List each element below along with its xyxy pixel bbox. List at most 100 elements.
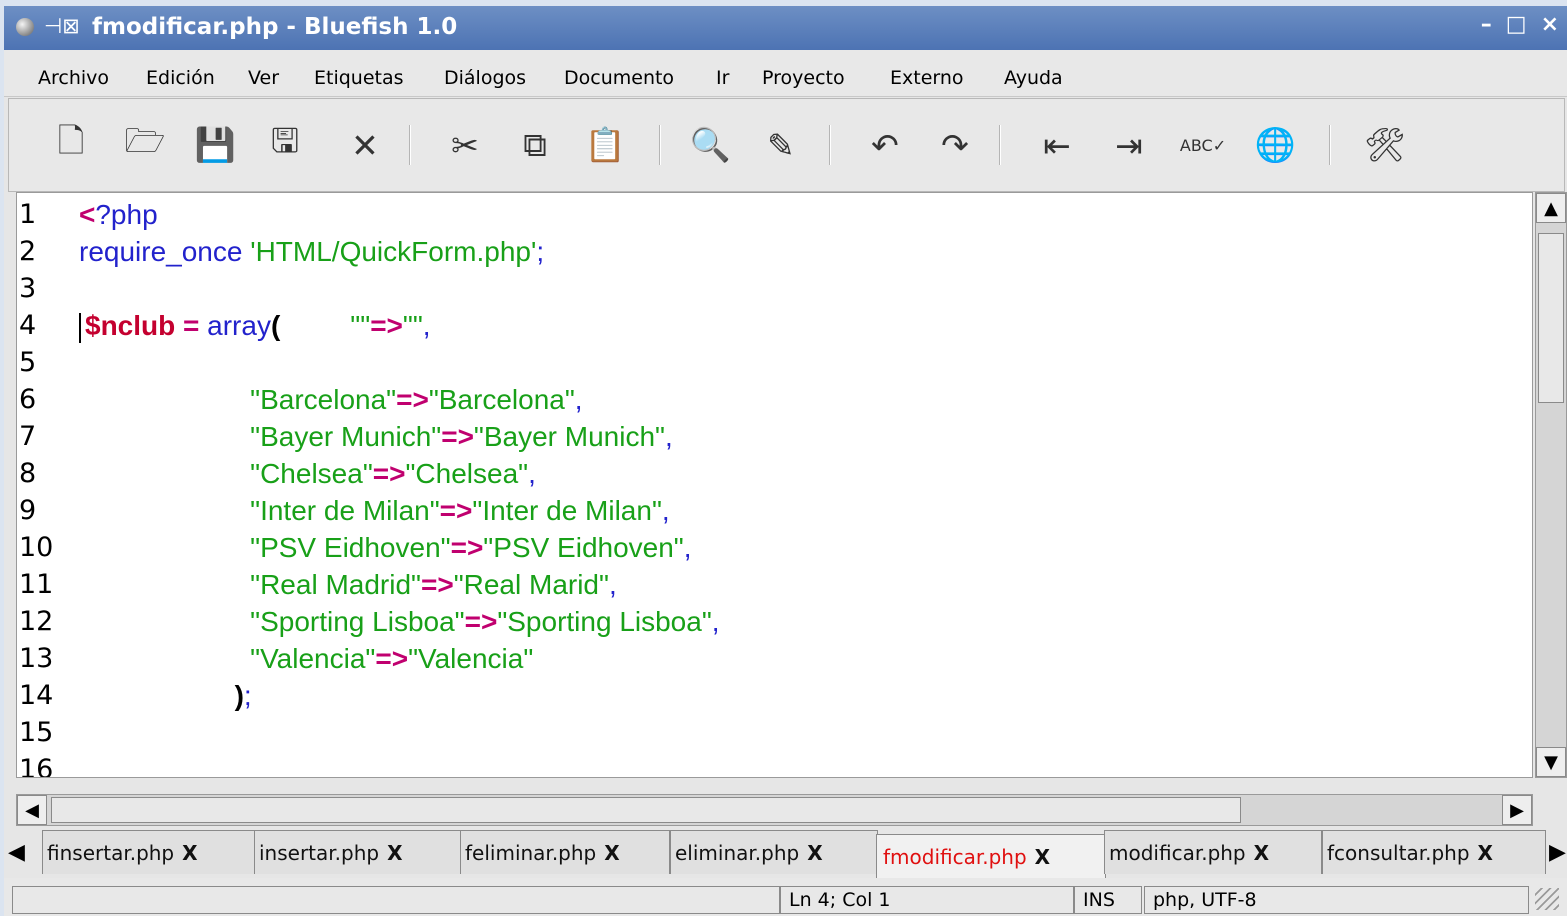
open-folder-icon[interactable]: 🗁 <box>119 119 171 171</box>
undo-icon[interactable]: ↶ <box>859 119 911 171</box>
code-token: $nclub <box>85 310 176 341</box>
menu-proyecto[interactable]: Proyecto <box>762 67 845 89</box>
code-editor[interactable]: 1 <?php 2 require_once 'HTML/QuickForm.php'… <box>16 192 1533 778</box>
maximize-icon[interactable]: □ <box>1506 12 1527 37</box>
line-number: 2 <box>19 236 37 267</box>
tab-fmodificar[interactable]: fmodificar.php X <box>876 834 1106 878</box>
code-line[interactable]: 10 "PSV Eidhoven"=>"PSV Eidhoven", <box>17 532 1532 569</box>
code-token: => <box>464 606 498 637</box>
code-line[interactable]: 7 "Bayer Munich"=>"Bayer Munich", <box>17 421 1532 458</box>
tab-feliminar[interactable]: feliminar.php X <box>460 830 670 874</box>
tab-label: fmodificar.php <box>883 844 1027 869</box>
code-line[interactable]: 13 "Valencia"=>"Valencia" <box>17 643 1532 680</box>
code-line[interactable]: 3 <box>17 273 1532 310</box>
menu-externo[interactable]: Externo <box>890 67 964 89</box>
code-token: ( <box>270 310 281 341</box>
bluefish-app-icon[interactable] <box>16 18 34 36</box>
code-token: => <box>375 643 409 674</box>
window-controls: – □ × <box>1481 12 1559 37</box>
menu-ayuda[interactable]: Ayuda <box>1004 67 1063 89</box>
status-bar: Ln 4; Col 1 INS php, UTF-8 <box>4 878 1567 916</box>
menu-edición[interactable]: Edición <box>146 67 215 89</box>
tab-label: feliminar.php <box>465 840 597 865</box>
menu-ir[interactable]: Ir <box>716 67 729 89</box>
code-line[interactable]: 2 require_once 'HTML/QuickForm.php'; <box>17 236 1532 273</box>
toolbar-separator <box>409 125 410 165</box>
tab-close-icon[interactable]: X <box>387 841 402 865</box>
code-text: "Real Madrid"=>"Real Marid", <box>79 569 617 601</box>
code-line[interactable]: 4 $nclub = array( ""=>"", <box>17 310 1532 347</box>
menu-documento[interactable]: Documento <box>564 67 674 89</box>
code-line[interactable]: 9 "Inter de Milan"=>"Inter de Milan", <box>17 495 1532 532</box>
code-token: , <box>665 421 673 452</box>
code-token: , <box>711 606 720 637</box>
line-number: 10 <box>19 532 54 563</box>
tab-close-icon[interactable]: X <box>1035 845 1050 869</box>
horizontal-scrollbar[interactable]: ◀ ▶ <box>16 794 1533 826</box>
line-number: 7 <box>19 421 37 452</box>
title-bar[interactable]: ⊣⊠ fmodificar.php - Bluefish 1.0 – □ × <box>4 6 1567 50</box>
indent-icon[interactable]: ⇥ <box>1103 119 1155 171</box>
tab-label: eliminar.php <box>675 840 800 865</box>
replace-icon[interactable]: ✎ <box>755 119 807 171</box>
find-icon[interactable]: 🔍 <box>684 119 736 171</box>
tab-eliminar[interactable]: eliminar.php X <box>670 830 878 874</box>
code-token: , <box>422 310 431 341</box>
tab-label: insertar.php <box>259 840 380 865</box>
menu-diálogos[interactable]: Diálogos <box>444 67 526 89</box>
code-line[interactable]: 6 "Barcelona"=>"Barcelona", <box>17 384 1532 421</box>
spellcheck-icon[interactable]: ABC✓ <box>1177 119 1229 171</box>
menu-ver[interactable]: Ver <box>248 67 279 89</box>
paste-icon[interactable]: 📋 <box>579 119 631 171</box>
unindent-icon[interactable]: ⇤ <box>1031 119 1083 171</box>
tab-close-icon[interactable]: X <box>604 841 619 865</box>
save-as-icon[interactable]: 🖫 <box>259 119 311 171</box>
document-tabs: ◀ ▶ finsertar.php Xinsertar.php Xfeliminar… <box>4 830 1567 878</box>
line-number: 3 <box>19 273 37 304</box>
horizontal-scroll-thumb[interactable] <box>51 797 1241 823</box>
code-line[interactable]: 14 ); <box>17 680 1532 717</box>
tab-close-icon[interactable]: X <box>807 841 822 865</box>
resize-grip[interactable] <box>1535 888 1559 910</box>
tabs-left-arrow-icon[interactable]: ◀ <box>8 840 25 865</box>
code-line[interactable]: 1 <?php <box>17 199 1532 236</box>
tab-close-icon[interactable]: X <box>182 841 197 865</box>
copy-icon[interactable]: ⧉ <box>509 119 561 171</box>
close-window-icon[interactable]: × <box>1541 12 1559 37</box>
pin-icon[interactable]: ⊣⊠ <box>44 14 80 38</box>
tab-close-icon[interactable]: X <box>1478 841 1493 865</box>
cut-icon[interactable]: ✂ <box>439 119 491 171</box>
scroll-left-icon[interactable]: ◀ <box>17 795 47 825</box>
tabs-right-arrow-icon[interactable]: ▶ <box>1549 840 1566 865</box>
line-number: 9 <box>19 495 37 526</box>
tab-close-icon[interactable]: X <box>1254 841 1269 865</box>
minimize-icon[interactable]: – <box>1481 12 1492 37</box>
code-line[interactable]: 15 <box>17 717 1532 754</box>
code-line[interactable]: 8 "Chelsea"=>"Chelsea", <box>17 458 1532 495</box>
scroll-down-icon[interactable]: ▼ <box>1536 747 1566 777</box>
browser-preview-icon[interactable]: 🌐 <box>1249 119 1301 171</box>
preferences-icon[interactable]: 🛠 <box>1359 119 1411 171</box>
code-token: "Valencia" <box>79 643 376 674</box>
scroll-up-icon[interactable]: ▲ <box>1536 193 1566 223</box>
code-line[interactable]: 16 <box>17 754 1532 777</box>
menu-etiquetas[interactable]: Etiquetas <box>314 67 404 89</box>
save-icon[interactable]: 💾 <box>189 119 241 171</box>
vertical-scroll-thumb[interactable] <box>1538 233 1564 403</box>
scroll-right-icon[interactable]: ▶ <box>1502 795 1532 825</box>
vertical-scrollbar[interactable]: ▲ ▼ <box>1535 192 1567 778</box>
code-line[interactable]: 11 "Real Madrid"=>"Real Marid", <box>17 569 1532 606</box>
tab-fconsultar[interactable]: fconsultar.php X <box>1322 830 1546 874</box>
menu-archivo[interactable]: Archivo <box>38 67 109 89</box>
tab-insertar[interactable]: insertar.php X <box>254 830 462 874</box>
code-text: "PSV Eidhoven"=>"PSV Eidhoven", <box>79 532 691 564</box>
menu-bar: Archivo Edición Ver Etiquetas Diálogos Docume… <box>4 50 1567 97</box>
new-file-icon[interactable]: 🗋 <box>45 119 97 171</box>
code-text: ); <box>79 680 252 712</box>
tab-finsertar[interactable]: finsertar.php X <box>42 830 260 874</box>
code-line[interactable]: 12 "Sporting Lisboa"=>"Sporting Lisboa", <box>17 606 1532 643</box>
redo-icon[interactable]: ↷ <box>929 119 981 171</box>
close-icon[interactable]: ✕ <box>339 119 391 171</box>
code-line[interactable]: 5 <box>17 347 1532 384</box>
tab-modificar[interactable]: modificar.php X <box>1104 830 1322 874</box>
